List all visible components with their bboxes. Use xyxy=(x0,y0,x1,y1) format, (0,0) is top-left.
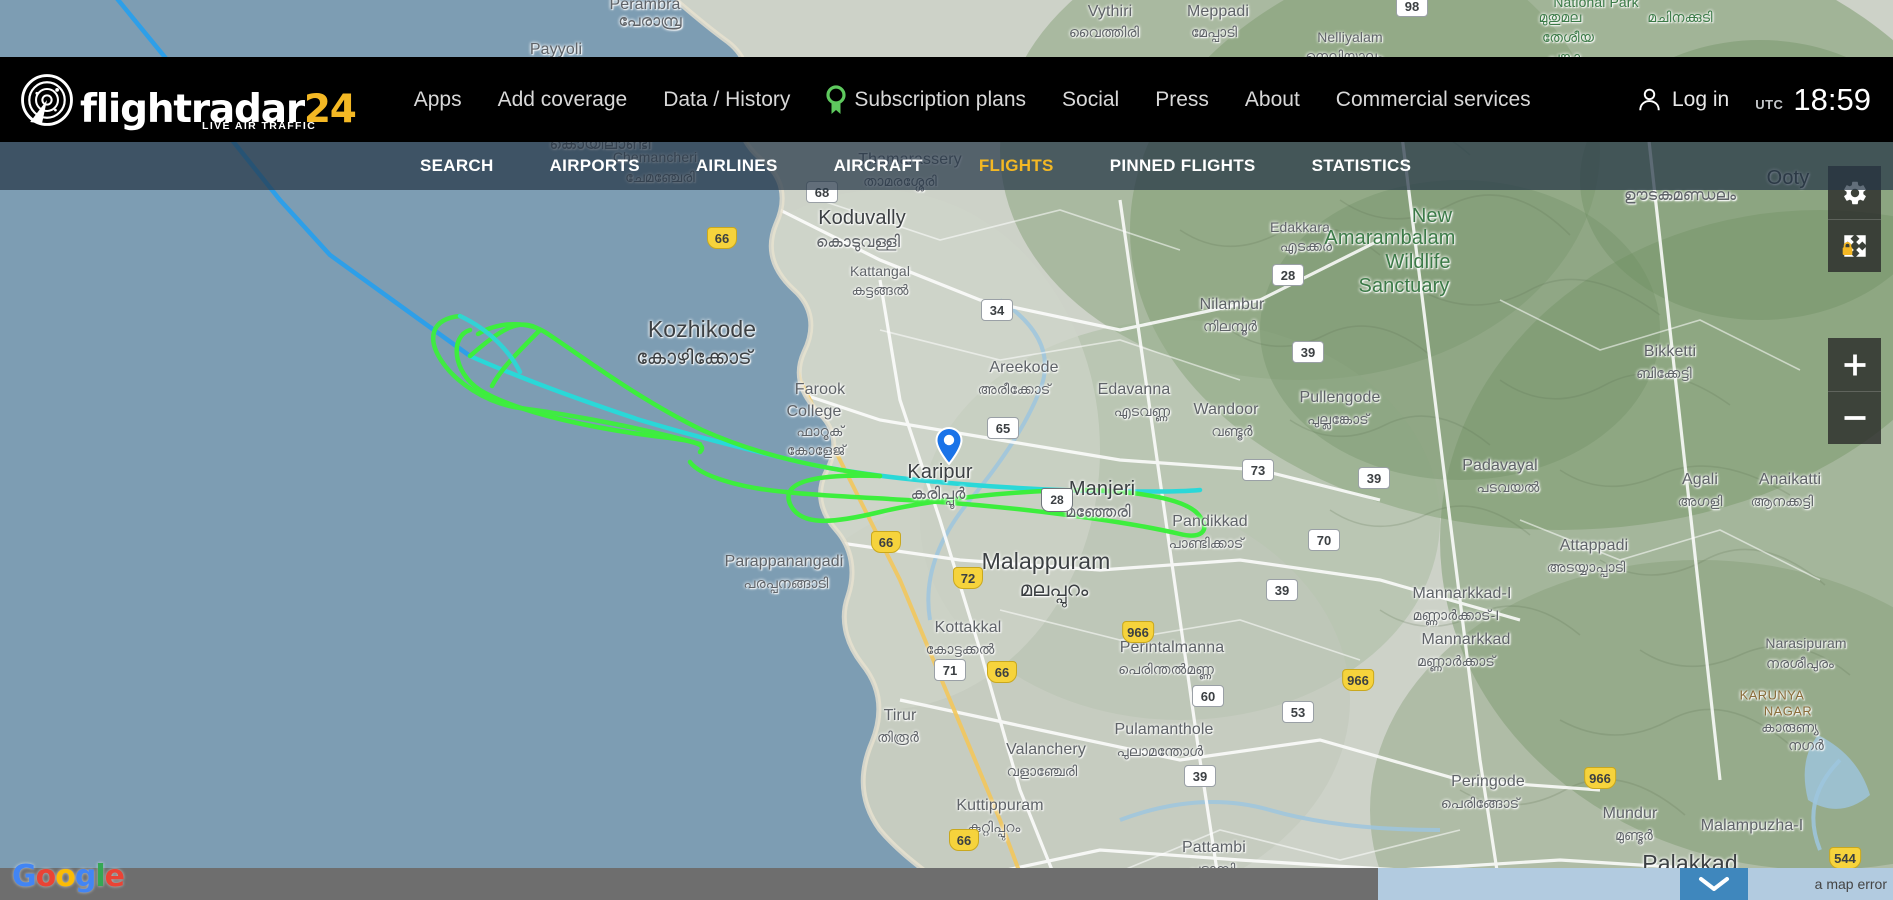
bottom-bar: a map error xyxy=(0,868,1893,900)
nav-item-label: Press xyxy=(1155,87,1209,111)
map-fullscreen-lock-button[interactable] xyxy=(1828,219,1881,272)
nav-item-social[interactable]: Social xyxy=(1044,88,1137,112)
road-shield: 65 xyxy=(987,417,1019,439)
subnav-item-flights[interactable]: FLIGHTS xyxy=(979,156,1054,176)
road-shield: 39 xyxy=(1292,341,1324,363)
road-shield: 39 xyxy=(1358,467,1390,489)
road-shield: 28 xyxy=(1041,488,1073,512)
nav-item-label: About xyxy=(1244,87,1300,111)
header-right: Log in UTC 18:59 xyxy=(1636,57,1871,142)
main-header: flightradar24 LIVE AIR TRAFFIC Apps Add c… xyxy=(0,57,1893,142)
subnav-item-aircraft[interactable]: AIRCRAFT xyxy=(834,156,923,176)
nav-item-add-coverage[interactable]: Add coverage xyxy=(480,88,646,112)
flightradar24-page: PayyoliPerambraപേരാമ്പ്രകൊയിലാണ്ടിCheman… xyxy=(0,0,1893,900)
nav-item-apps[interactable]: Apps xyxy=(396,88,480,112)
collapse-panel-button[interactable] xyxy=(1680,868,1748,900)
subnav-item-statistics[interactable]: STATISTICS xyxy=(1312,156,1412,176)
nav-item-commercial-services[interactable]: Commercial services xyxy=(1318,88,1549,112)
road-shield: 66 xyxy=(871,531,901,553)
fullscreen-lock-icon xyxy=(1842,235,1866,257)
road-shield: 71 xyxy=(934,659,966,681)
zoom-in-button[interactable] xyxy=(1828,338,1881,391)
google-attribution: Google xyxy=(12,859,125,894)
map-zoom-controls xyxy=(1828,338,1881,444)
road-shield: 70 xyxy=(1308,529,1340,551)
road-shield: 66 xyxy=(949,829,979,851)
zoom-out-button[interactable] xyxy=(1828,391,1881,444)
plus-icon xyxy=(1844,354,1865,375)
nav-item-data-history[interactable]: Data / History xyxy=(645,88,808,112)
road-shield: 72 xyxy=(953,567,983,589)
nav-item-label: Commercial services xyxy=(1335,87,1531,111)
road-shield: 73 xyxy=(1242,459,1274,481)
road-shield: 34 xyxy=(981,299,1013,321)
road-shield: 544 xyxy=(1829,847,1861,869)
primary-nav: Apps Add coverage Data / History Subscripti… xyxy=(396,84,1549,115)
road-shield: 966 xyxy=(1122,621,1154,643)
nav-item-press[interactable]: Press xyxy=(1137,88,1227,112)
login-button[interactable]: Log in xyxy=(1636,86,1729,113)
road-shield: 966 xyxy=(1342,669,1374,691)
secondary-nav: SEARCH AIRPORTS AIRLINES AIRCRAFT FLIGHTS PIN… xyxy=(0,142,1893,190)
road-shield: 966 xyxy=(1584,767,1616,789)
nav-item-label: Subscription plans xyxy=(854,87,1027,111)
road-shield: 28 xyxy=(1272,264,1304,286)
subnav-item-search[interactable]: SEARCH xyxy=(420,156,494,176)
road-shield: 53 xyxy=(1282,701,1314,723)
report-map-error-link[interactable]: a map error xyxy=(1815,868,1887,900)
road-shield: 98 xyxy=(1396,0,1428,17)
road-shield: 60 xyxy=(1192,685,1224,707)
nav-item-subscription-plans[interactable]: Subscription plans xyxy=(808,84,1044,115)
road-shield: 66 xyxy=(987,661,1017,683)
nav-item-label: Social xyxy=(1062,87,1120,111)
chevron-down-icon xyxy=(1699,877,1729,891)
timezone-label[interactable]: UTC xyxy=(1755,97,1783,112)
subnav-item-pinned-flights[interactable]: PINNED FLIGHTS xyxy=(1110,156,1256,176)
ribbon-icon xyxy=(826,84,847,115)
user-icon xyxy=(1639,88,1660,111)
subnav-item-airports[interactable]: AIRPORTS xyxy=(550,156,640,176)
brand-logo[interactable]: flightradar24 LIVE AIR TRAFFIC xyxy=(20,73,357,132)
login-label: Log in xyxy=(1671,87,1730,111)
nav-item-label: Data / History xyxy=(663,87,791,111)
report-map-error-label: a map error xyxy=(1814,876,1887,892)
utc-clock: 18:59 xyxy=(1793,81,1871,117)
road-shield: 66 xyxy=(707,227,737,249)
nav-item-label: Apps xyxy=(413,87,462,111)
road-shield: 39 xyxy=(1266,579,1298,601)
minus-icon xyxy=(1844,416,1865,420)
brand-tagline: LIVE AIR TRAFFIC xyxy=(202,119,317,132)
radar-logo-icon xyxy=(21,73,73,126)
aircraft-marker[interactable] xyxy=(935,426,963,470)
nav-item-label: Add coverage xyxy=(497,87,628,111)
subnav-item-airlines[interactable]: AIRLINES xyxy=(696,156,778,176)
nav-item-about[interactable]: About xyxy=(1227,88,1318,112)
road-shield: 39 xyxy=(1184,765,1216,787)
